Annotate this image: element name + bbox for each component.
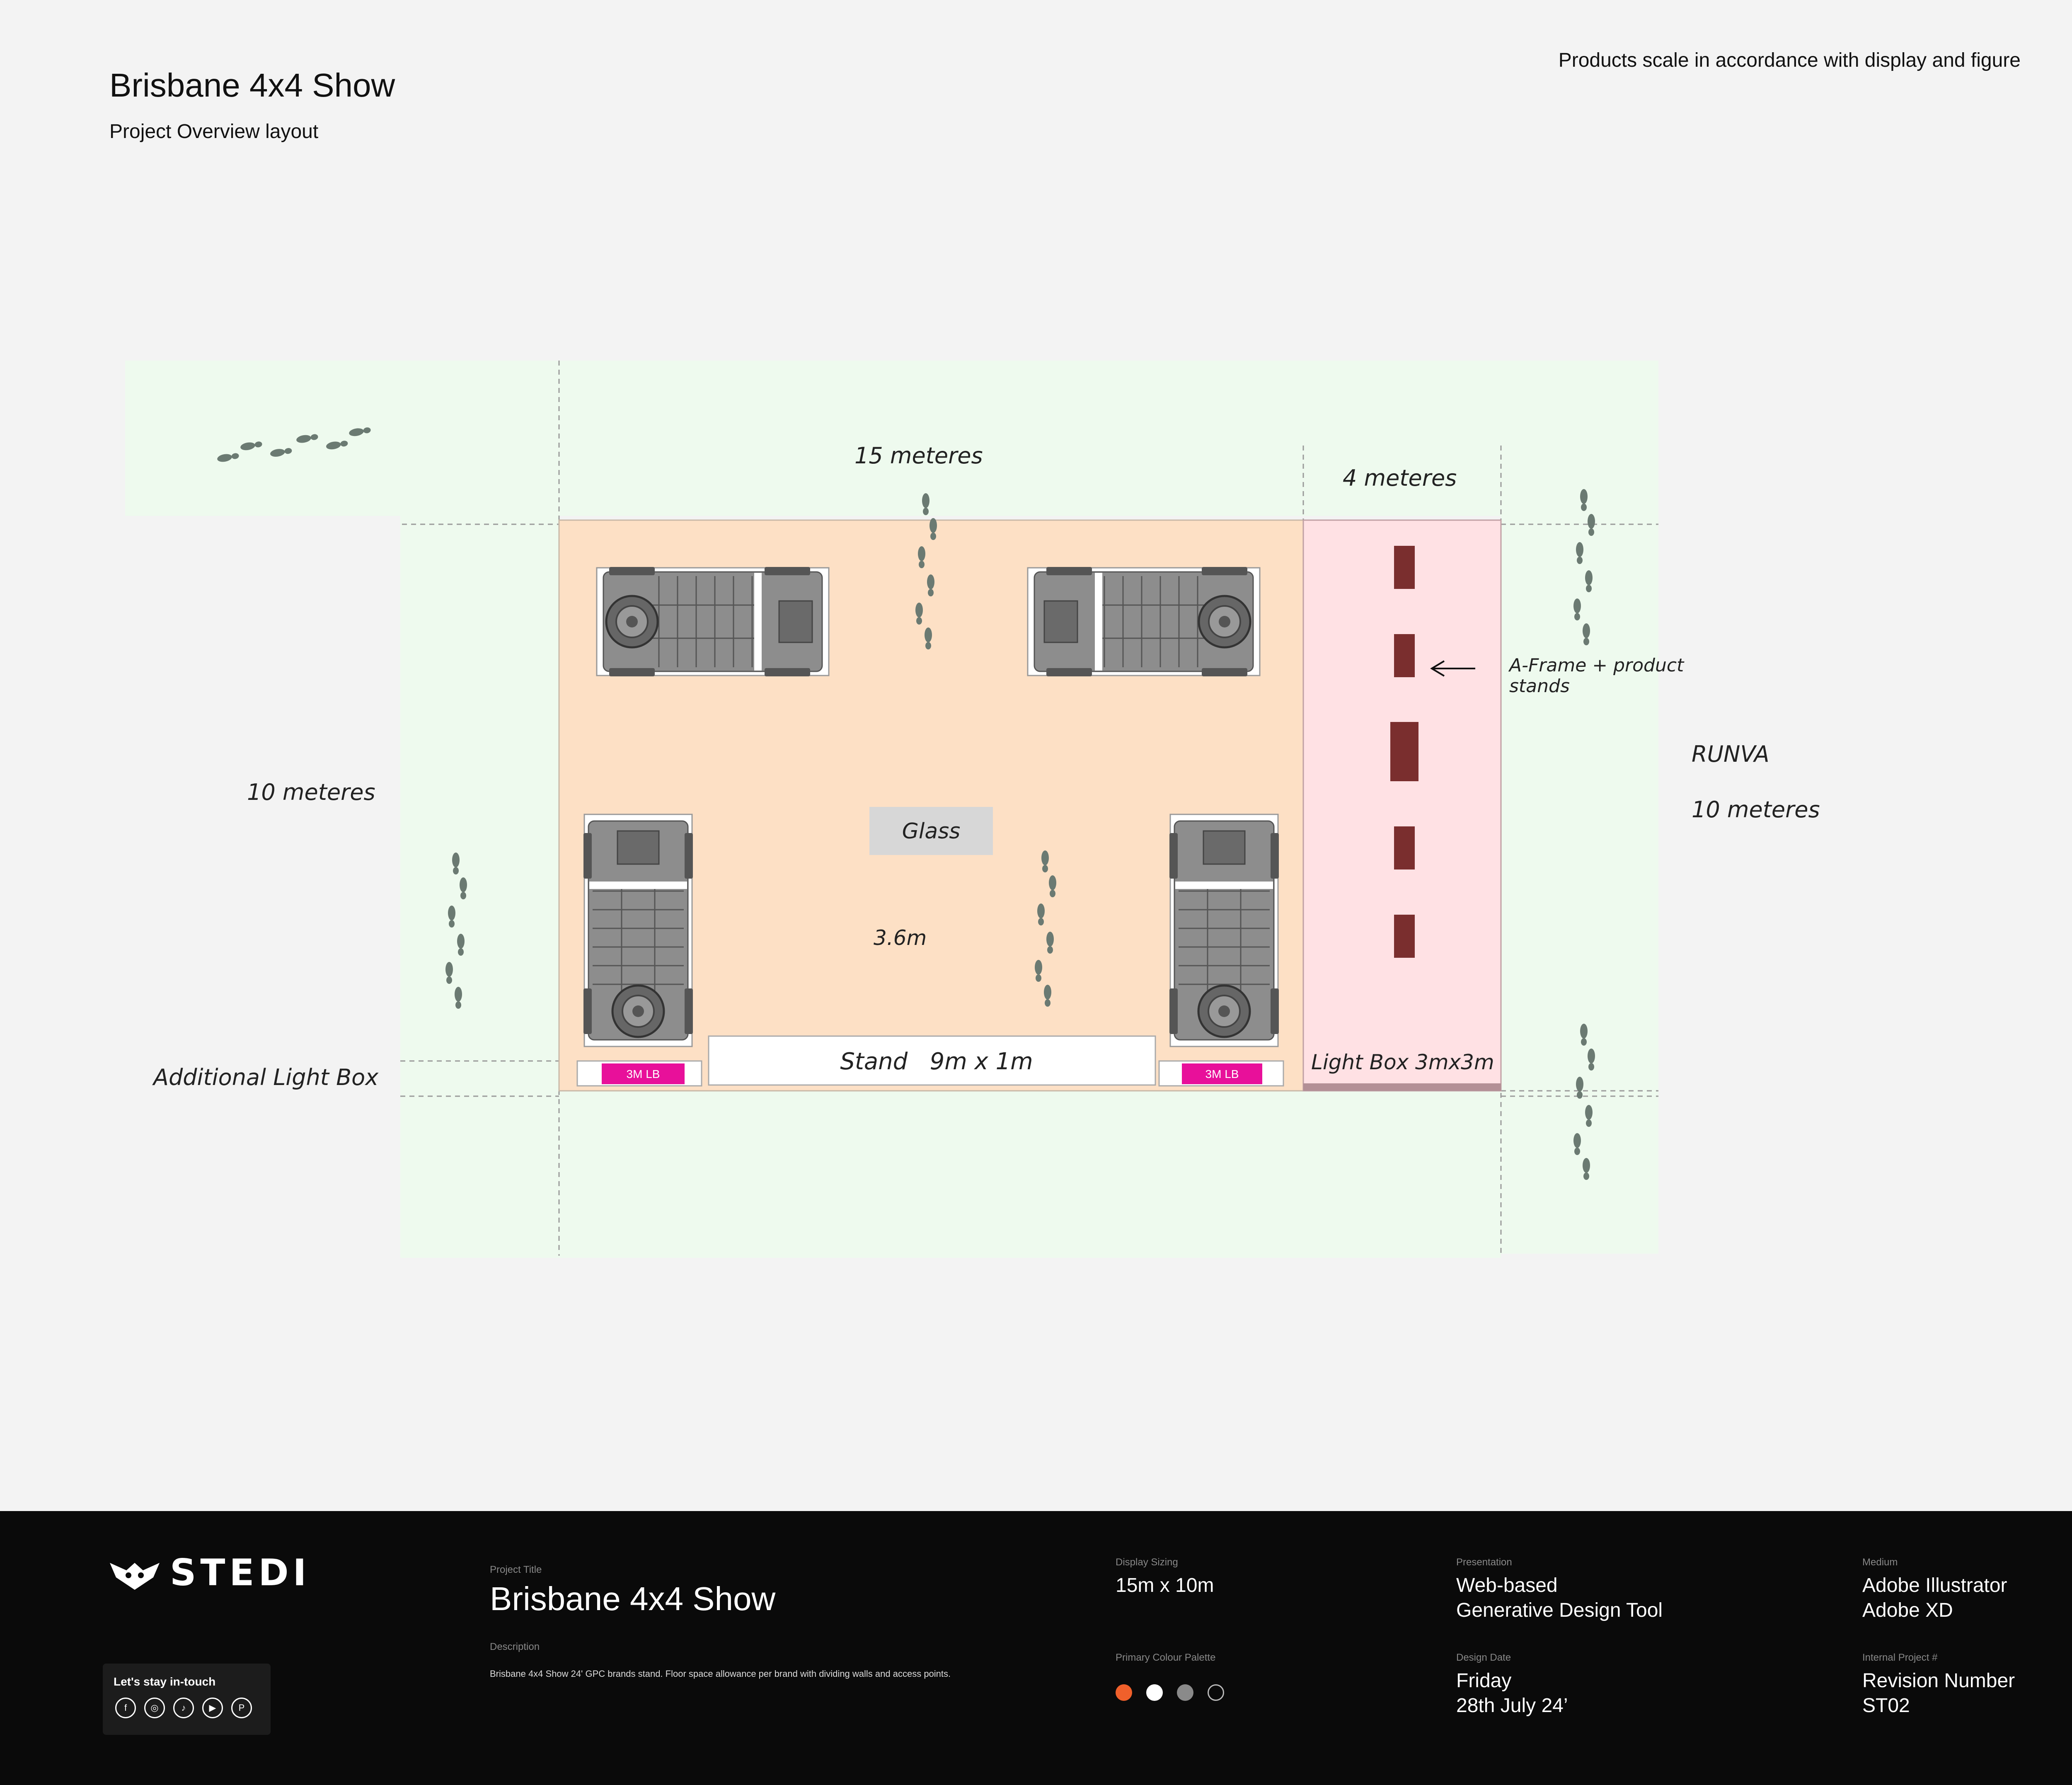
floor-plan: Glass Stand 9m x 1m 3M LB 3M LB 15 meter…	[125, 361, 1820, 1258]
project-title-value: Brisbane 4x4 Show	[490, 1580, 776, 1617]
design-date-label: Design Date	[1456, 1652, 1511, 1663]
lightbox-label: Light Box 3mx3m	[1311, 1050, 1494, 1074]
youtube-icon[interactable]: ▶	[202, 1698, 223, 1718]
description-label: Description	[490, 1641, 540, 1652]
presentation-line1: Web-based	[1456, 1574, 1558, 1596]
design-date-line1: Friday	[1456, 1670, 1512, 1692]
lb-badge-left: 3M LB	[627, 1068, 660, 1080]
internal-line2: ST02	[1862, 1695, 1910, 1717]
social-title: Let's stay in-touch	[114, 1675, 216, 1688]
aframe-label-line2: stands	[1509, 676, 1570, 697]
height-10m-left-label: 10 meteres	[247, 779, 375, 805]
instagram-icon[interactable]: ◎	[144, 1698, 165, 1718]
swatch-white	[1146, 1684, 1163, 1701]
medium-label: Medium	[1862, 1557, 1898, 1568]
design-date-line2: 28th July 24’	[1456, 1695, 1568, 1717]
presentation-line2: Generative Design Tool	[1456, 1599, 1663, 1621]
stedi-logo: STEDI	[108, 1551, 323, 1594]
stand-label: Stand 9m x 1m	[840, 1048, 1033, 1075]
glass-label: Glass	[902, 819, 961, 844]
vehicle-top-right	[1028, 567, 1260, 676]
social-panel: Let's stay in-touch f ◎ ♪ ▶ P	[103, 1664, 271, 1735]
width-4m-label: 4 meteres	[1343, 465, 1457, 491]
vehicle-bottom-left	[583, 814, 693, 1046]
social-icons: f ◎ ♪ ▶ P	[115, 1698, 252, 1718]
palette-label: Primary Colour Palette	[1116, 1652, 1216, 1663]
internal-project-label: Internal Project #	[1862, 1652, 1938, 1663]
tiktok-icon[interactable]: ♪	[173, 1698, 194, 1718]
swatch-grey	[1177, 1684, 1193, 1701]
width-15m-label: 15 meteres	[854, 443, 983, 469]
swatch-black	[1208, 1684, 1224, 1701]
colour-palette	[1116, 1684, 1224, 1701]
vehicle-bottom-right	[1169, 814, 1279, 1046]
logo-mark-icon	[110, 1563, 160, 1590]
facebook-icon[interactable]: f	[115, 1698, 136, 1718]
presentation-label: Presentation	[1456, 1557, 1512, 1568]
medium-line1: Adobe Illustrator	[1862, 1574, 2007, 1596]
medium-line2: Adobe XD	[1862, 1599, 1953, 1621]
runva-label: RUNVA	[1692, 741, 1769, 767]
logo-wordmark: STEDI	[170, 1551, 311, 1594]
swatch-orange	[1116, 1684, 1132, 1701]
project-title-label: Project Title	[490, 1564, 542, 1575]
internal-line1: Revision Number	[1862, 1670, 2015, 1692]
vehicle-top-left	[597, 567, 829, 676]
display-sizing-label: Display Sizing	[1116, 1557, 1178, 1568]
display-sizing-value: 15m x 10m	[1116, 1574, 1214, 1596]
lb-badge-right: 3M LB	[1205, 1068, 1239, 1080]
dimension-36-label: 3.6m	[874, 926, 927, 950]
aframe-label-line1: A-Frame + product	[1508, 655, 1685, 676]
additional-lightbox-label: Additional Light Box	[152, 1064, 379, 1090]
pinterest-icon[interactable]: P	[231, 1698, 252, 1718]
height-10m-right-label: 10 meteres	[1692, 797, 1820, 823]
footer: STEDI Let's stay in-touch f ◎ ♪ ▶ P Proj…	[0, 1511, 2072, 1785]
description-value: Brisbane 4x4 Show 24' GPC brands stand. …	[490, 1669, 951, 1679]
